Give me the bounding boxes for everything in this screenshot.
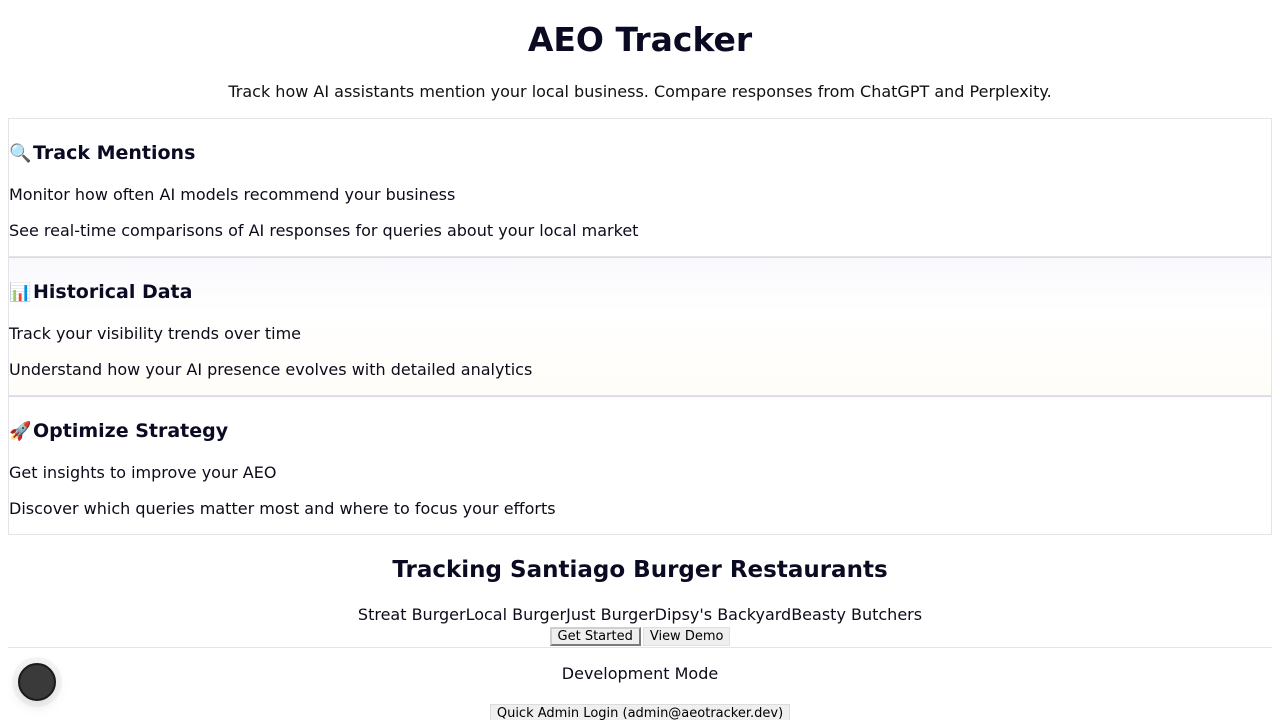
restaurant-item: Beasty Butchers [791, 605, 923, 624]
feature-heading: 📊Historical Data [9, 280, 192, 305]
feature-summary: Monitor how often AI models recommend yo… [9, 185, 456, 204]
tracking-title: Tracking Santiago Burger Restaurants [392, 557, 888, 583]
feature-description: See real-time comparisons of AI response… [9, 221, 639, 240]
feature-title: Track Mentions [33, 142, 196, 164]
feature-card-optimize-strategy: 🚀Optimize Strategy Get insights to impro… [8, 396, 1272, 535]
quick-admin-login-button[interactable]: Quick Admin Login (admin@aeotracker.dev) [489, 704, 791, 720]
feature-summary: Track your visibility trends over time [9, 324, 302, 343]
restaurant-item: Dipsy's Backyard [654, 605, 792, 624]
landing-page: AEO Tracker Track how AI assistants ment… [0, 0, 1280, 720]
rocket-icon: 🚀 [9, 421, 32, 442]
feature-heading: 🔍Track Mentions [9, 141, 195, 166]
feature-description: Discover which queries matter most and w… [9, 499, 556, 518]
section-divider [8, 647, 1272, 648]
restaurant-list: Streat BurgerLocal BurgerJust BurgerDips… [0, 605, 1280, 625]
magnifier-icon: 🔍 [9, 143, 32, 164]
restaurant-item: Just Burger [566, 605, 655, 624]
get-started-button[interactable]: Get Started [549, 627, 641, 646]
feature-summary: Get insights to improve your AEO [9, 463, 277, 482]
floating-action-button[interactable] [18, 663, 56, 701]
page-subtitle: Track how AI assistants mention your loc… [228, 82, 1052, 101]
admin-login-wrap: Quick Admin Login (admin@aeotracker.dev) [0, 702, 1280, 720]
bar-chart-icon: 📊 [9, 282, 32, 303]
feature-card-historical-data: 📊Historical Data Track your visibility t… [8, 257, 1272, 396]
feature-description: Understand how your AI presence evolves … [9, 360, 533, 379]
restaurant-item: Local Burger [465, 605, 567, 624]
view-demo-button[interactable]: View Demo [642, 627, 731, 646]
cta-buttons: Get Started View Demo [0, 627, 1280, 646]
dev-mode-label: Development Mode [561, 664, 719, 683]
feature-list: 🔍Track Mentions Monitor how often AI mod… [8, 118, 1272, 535]
feature-heading: 🚀Optimize Strategy [9, 419, 228, 444]
page-title: AEO Tracker [527, 20, 753, 59]
feature-card-track-mentions: 🔍Track Mentions Monitor how often AI mod… [8, 118, 1272, 257]
feature-title: Historical Data [33, 281, 193, 303]
feature-title: Optimize Strategy [33, 420, 229, 442]
restaurant-item: Streat Burger [357, 605, 466, 624]
